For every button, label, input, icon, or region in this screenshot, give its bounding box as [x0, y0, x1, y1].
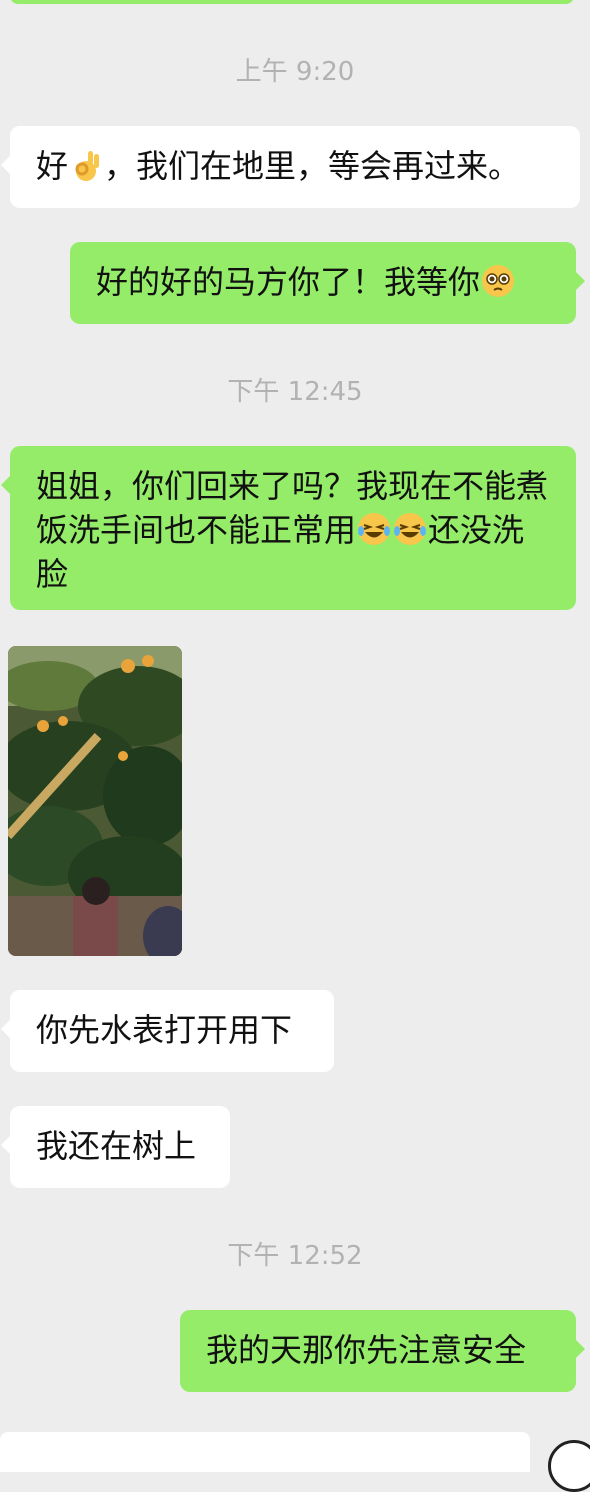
- timestamp: 上午 9:20: [235, 57, 355, 87]
- avatar[interactable]: [548, 1440, 590, 1492]
- incoming-message[interactable]: 你先水表打开用下: [1, 990, 334, 1072]
- timestamp: 下午 12:45: [227, 377, 363, 407]
- message-text: 我的天那你先注意安全: [206, 1331, 527, 1369]
- outgoing-message[interactable]: 姐姐，你们回来了吗？我现在不能煮饭洗手间也不能正常用 还没洗脸: [1, 446, 576, 610]
- message-text: 你先水表打开用下: [36, 1011, 293, 1049]
- pleading-face-emoji-icon: [482, 265, 515, 297]
- ok-hand-emoji-icon: [75, 151, 100, 181]
- laughing-crying-emoji-icon: [394, 513, 427, 545]
- incoming-message[interactable]: 好 ，我们在地里，等会再过来。: [1, 126, 580, 208]
- next-message-bubble[interactable]: [0, 1432, 530, 1472]
- outgoing-message[interactable]: 我的天那你先注意安全: [180, 1310, 585, 1392]
- loquat-tree-photo[interactable]: [8, 646, 182, 956]
- outgoing-message[interactable]: 好的好的马方你了！我等你: [70, 242, 585, 324]
- incoming-message[interactable]: 我还在树上: [1, 1106, 230, 1188]
- message-text: 我还在树上: [36, 1127, 197, 1165]
- laughing-crying-emoji-icon: [358, 513, 391, 545]
- message-text: 好的好的马方你了！我等你: [96, 263, 481, 301]
- timestamp: 下午 12:52: [227, 1241, 363, 1271]
- message-text: ，我们在地里，等会再过来。: [104, 147, 521, 185]
- previous-message-bubble[interactable]: [10, 0, 574, 4]
- message-text: 好: [36, 147, 69, 185]
- photo-image: [8, 646, 182, 956]
